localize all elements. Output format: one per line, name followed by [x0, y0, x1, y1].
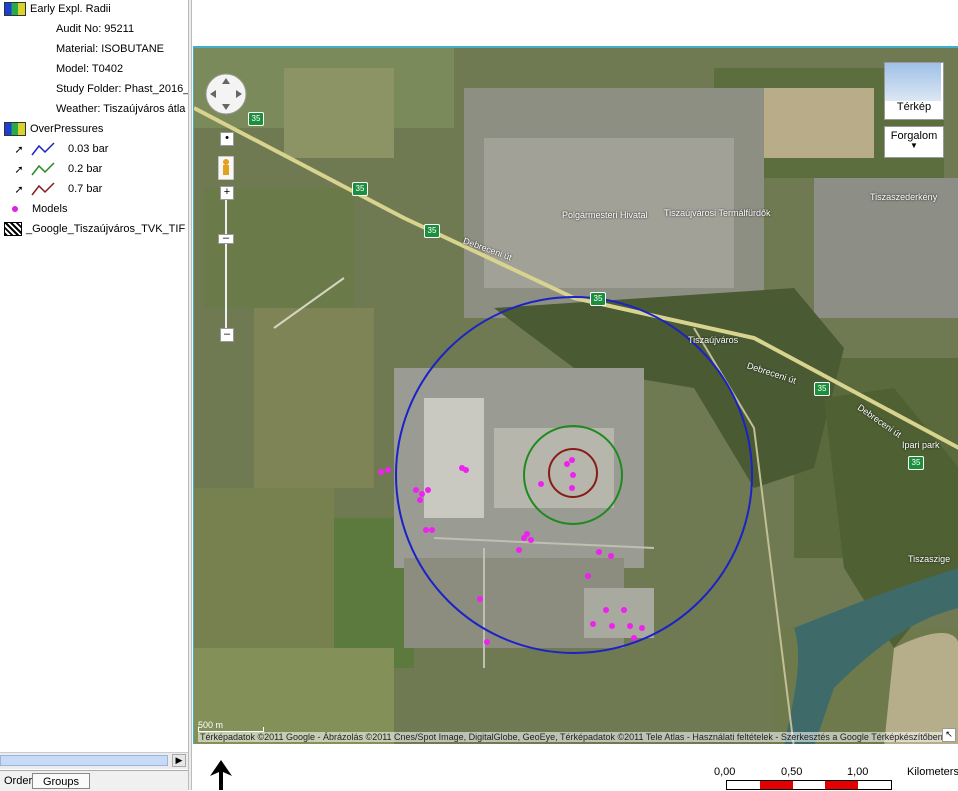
- chevron-down-icon: ▼: [910, 141, 918, 150]
- scroll-right-arrow-icon[interactable]: ▶: [172, 754, 186, 767]
- map-copyright: Térképadatok ©2011 Google - Ábrázolás ©2…: [198, 732, 945, 742]
- expand-corner-icon[interactable]: ↖: [942, 728, 956, 742]
- globe-icon: [885, 63, 941, 101]
- map-type-button[interactable]: Térkép: [884, 62, 944, 120]
- info-weather: Weather: Tiszaújváros átla: [56, 103, 186, 115]
- scalebar: [726, 780, 892, 790]
- map-label-polgarmesteri: Polgármesteri Hivatal: [562, 210, 648, 220]
- legend-item-0-7-bar[interactable]: ➚ 0.7 bar: [0, 180, 102, 198]
- legend-item-0-2-bar[interactable]: ➚ 0.2 bar: [0, 160, 102, 178]
- layer-title: _Google_Tiszaújváros_TVK_TIF: [26, 223, 186, 235]
- info-study-folder: Study Folder: Phast_2016_: [56, 83, 188, 95]
- map-label-tiszaszederkeny: Tiszaszederkény: [870, 192, 938, 202]
- tab-groups[interactable]: Groups: [32, 773, 90, 789]
- model-points: [378, 457, 645, 645]
- panel-splitter[interactable]: [188, 0, 192, 790]
- overpressure-overlay: [378, 296, 753, 654]
- info-audit: Audit No: 95211: [56, 23, 135, 35]
- road-shield: 35: [424, 224, 440, 238]
- point-marker-icon: [12, 206, 18, 212]
- pegman-icon[interactable]: [218, 156, 234, 180]
- select-arrow-icon: ➚: [14, 143, 24, 156]
- zoom-out-button[interactable]: –: [220, 328, 234, 342]
- polyline-blue-icon: [31, 142, 55, 156]
- recenter-icon[interactable]: •: [220, 132, 234, 146]
- info-model: Model: T0402: [56, 63, 124, 75]
- scrollbar-thumb[interactable]: [0, 755, 168, 766]
- road-shield: 35: [908, 456, 924, 470]
- select-arrow-icon: ➚: [14, 163, 24, 176]
- zoom-slider-track[interactable]: [225, 200, 227, 328]
- layer-title: Early Expl. Radii: [30, 3, 111, 15]
- panel-tabs: Order Groups: [0, 770, 188, 791]
- legend-label: 0.03 bar: [68, 143, 109, 155]
- pan-control[interactable]: [204, 72, 248, 116]
- map-view[interactable]: Polgármesteri Hivatal Tiszaújvárosi Term…: [193, 46, 958, 744]
- layer-early-expl-radii[interactable]: Early Expl. Radii: [0, 0, 111, 18]
- map-label-tiszaujvaros: Tiszaújváros: [688, 335, 739, 345]
- road-shield: 35: [248, 112, 264, 126]
- layer-legend-panel: Early Expl. Radii Audit No: 95211 Materi…: [0, 0, 188, 752]
- legend-item-0-03-bar[interactable]: ➚ 0.03 bar: [0, 140, 108, 158]
- map-type-label: Térkép: [896, 101, 932, 113]
- scalebar-tick-0: 0,00: [714, 766, 736, 778]
- layer-models[interactable]: Models: [0, 200, 67, 218]
- layer-title: Models: [32, 203, 68, 215]
- layer-overpressures[interactable]: OverPressures: [0, 120, 103, 138]
- legend-horizontal-scrollbar[interactable]: ▶: [0, 752, 188, 769]
- tab-order[interactable]: Order: [0, 773, 36, 789]
- legend-label: 0.7 bar: [68, 183, 103, 195]
- select-arrow-icon: ➚: [14, 183, 24, 196]
- info-material: Material: ISOBUTANE: [56, 43, 164, 55]
- road-shield: 35: [352, 182, 368, 196]
- layer-color-icon: [4, 2, 26, 16]
- map-header-area: [193, 0, 958, 46]
- road-shield: 35: [590, 292, 606, 306]
- layer-color-icon: [4, 122, 26, 136]
- map-label-ipari-park: Ipari park: [902, 440, 940, 450]
- scalebar-tick-1: 0,50: [781, 766, 803, 778]
- zoom-slider-handle[interactable]: –: [218, 233, 234, 244]
- map-label-tiszaszige: Tiszaszige: [908, 554, 951, 564]
- map-label-termalfurdok: Tiszaújvárosi Termálfürdők: [664, 208, 771, 218]
- north-arrow-icon: [210, 760, 232, 790]
- scalebar-unit: Kilometers: [907, 766, 958, 778]
- layer-title: OverPressures: [30, 123, 104, 135]
- zoom-in-button[interactable]: +: [220, 186, 234, 200]
- layer-google-raster[interactable]: _Google_Tiszaújváros_TVK_TIF: [0, 220, 185, 238]
- raster-layer-icon: [4, 222, 22, 236]
- legend-label: 0.2 bar: [68, 163, 103, 175]
- road-shield: 35: [814, 382, 830, 396]
- traffic-button[interactable]: Forgalom ▼: [884, 126, 944, 158]
- polyline-green-icon: [31, 162, 55, 176]
- scalebar-tick-2: 1,00: [847, 766, 869, 778]
- polyline-red-icon: [31, 182, 55, 196]
